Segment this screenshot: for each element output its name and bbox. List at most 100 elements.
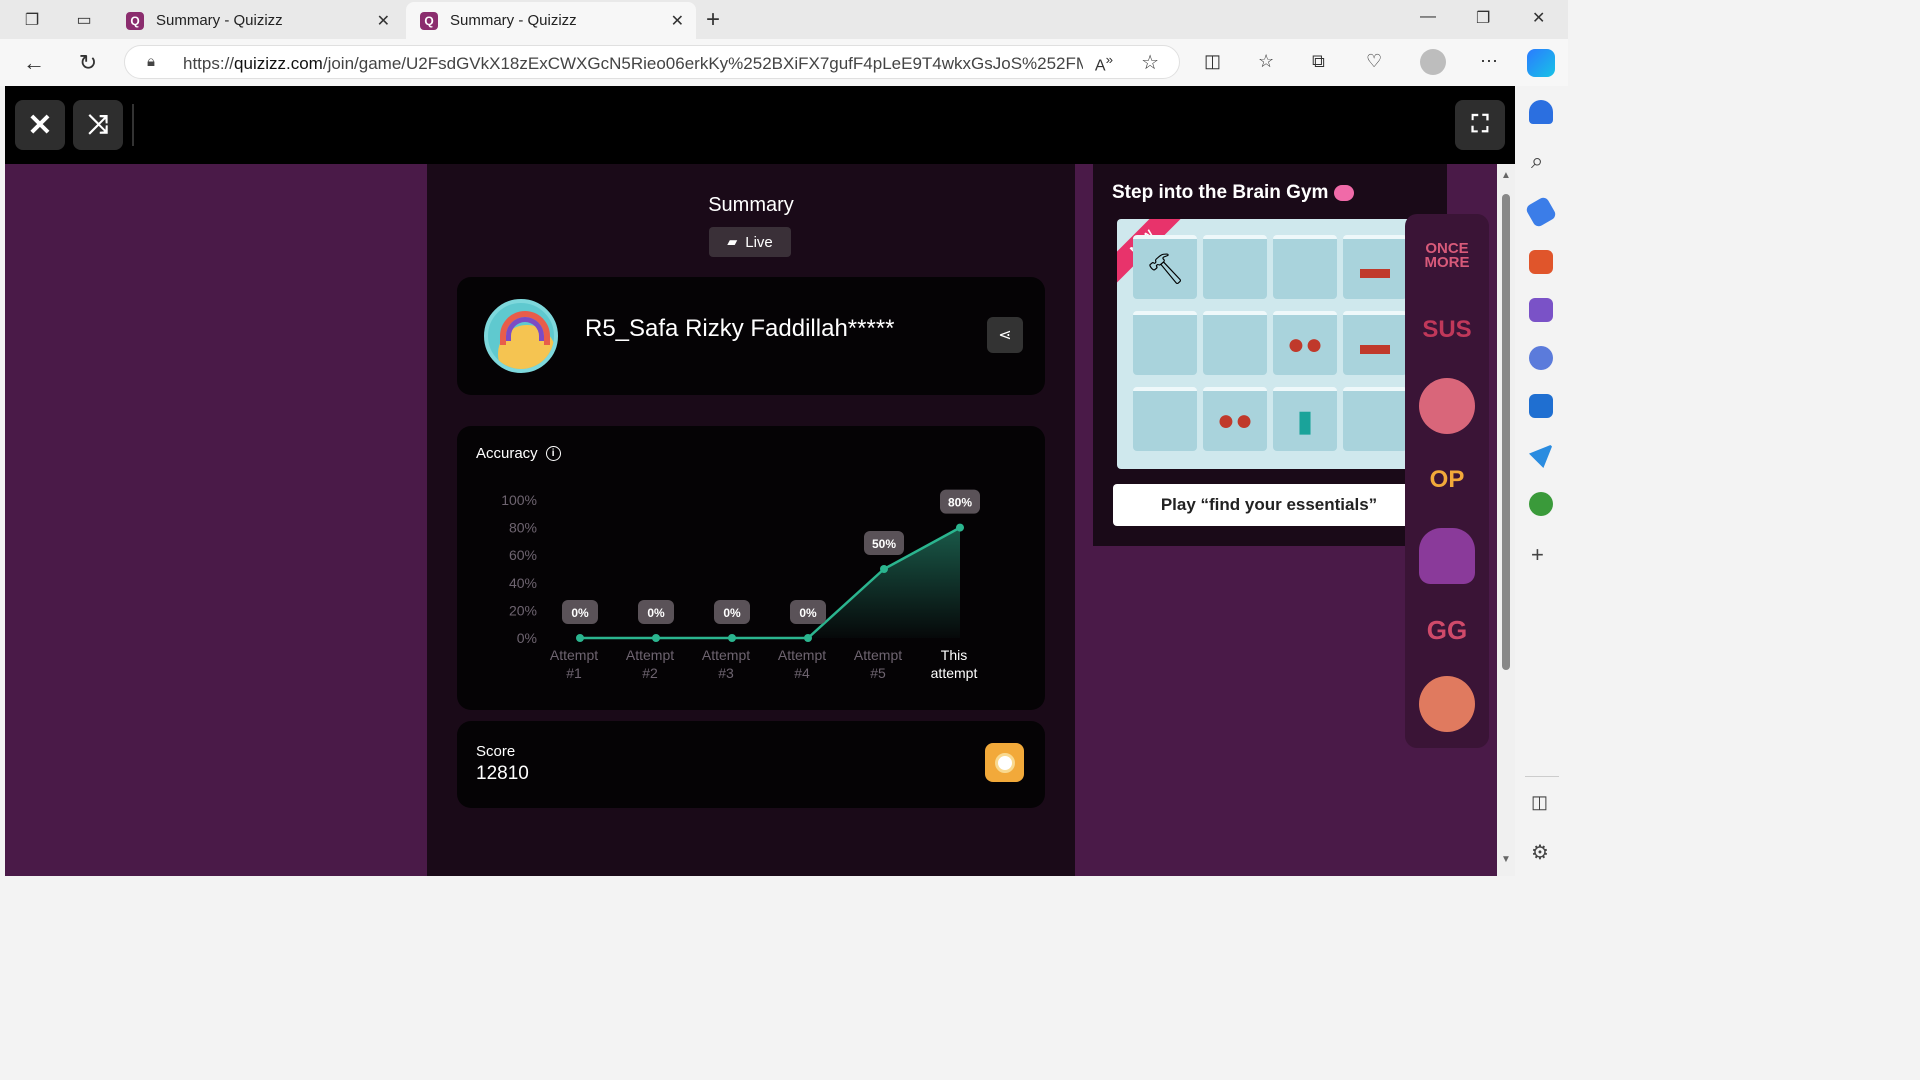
close-window-icon[interactable]: ✕ [1532,8,1545,28]
quizizz-favicon-icon: Q [126,11,144,30]
read-aloud-icon[interactable]: A» [1095,52,1113,75]
avatar [484,299,558,373]
url-text[interactable]: https://quizizz.com/join/game/U2FsdGVkX1… [183,54,1083,74]
empty-tile [1133,311,1197,375]
x-tick-label: #2 [642,665,658,681]
edge-sidebar: ⌕ + ◫ ⚙ [1515,86,1568,882]
music-off-icon[interactable]: ⤨ [73,100,123,150]
restore-icon[interactable]: ❐ [1476,8,1490,28]
sus-sticker[interactable]: SUS [1419,302,1475,358]
x-tick-label: #1 [566,665,582,681]
tab-2[interactable]: Q Summary - Quizizz ✕ [406,2,696,39]
score-label: Score [476,743,516,760]
sidebar-divider [1525,776,1559,777]
tree-icon[interactable] [1529,492,1553,516]
live-badge: ▰ Live [709,227,791,257]
y-tick-label: 80% [509,520,537,536]
scroll-up-icon[interactable]: ▲ [1501,170,1511,181]
x-tick-label: Attempt [626,647,674,663]
settings-gear-icon[interactable]: ⚙ [1531,840,1549,865]
close-game-button[interactable]: ✕ [15,100,65,150]
share-icon: ⋖ [998,327,1012,344]
y-tick-label: 100% [501,492,537,508]
tools-icon[interactable] [1529,250,1553,274]
y-tick-label: 40% [509,575,537,591]
empty-tile [1343,387,1407,451]
sticker-column: ONCE MORE SUS OP GG [1405,214,1489,748]
refresh-icon[interactable]: ↻ [74,49,102,77]
outlook-icon[interactable] [1529,394,1553,418]
favorite-star-icon[interactable]: ☆ [1141,50,1159,75]
player-name: R5_Safa Rizky Faddillah***** [585,315,895,342]
coins-icon[interactable] [985,743,1024,782]
tab-title: Summary - Quizizz [450,12,577,29]
flashlight-icon: ▬ [1360,252,1390,285]
live-icon: ▰ [727,234,738,249]
back-icon[interactable]: ← [20,49,48,77]
play-find-essentials-button[interactable]: Play “find your essentials” [1113,484,1425,526]
close-tab-icon[interactable]: ✕ [377,11,390,31]
collections-icon[interactable]: ⧉ [1312,51,1325,72]
scrollbar-thumb[interactable] [1502,194,1510,670]
send-icon[interactable] [1529,444,1553,468]
scroll-down-icon[interactable]: ▼ [1501,854,1511,865]
profile-avatar[interactable] [1420,49,1446,75]
game-top-bar: ✕ ⤨ ⛶ [5,86,1515,164]
player-card: R5_Safa Rizky Faddillah***** ⋖ [457,277,1045,395]
empty-tile [1273,235,1337,299]
hammer-icon: 🔨︎ [1145,252,1185,286]
x-tick-label: #4 [794,665,810,681]
x-tick-label: Attempt [854,647,902,663]
new-tab-icon[interactable]: + [706,6,720,34]
face-sticker[interactable] [1419,676,1475,732]
browser-essentials-icon[interactable]: ♡ [1366,51,1382,72]
binoculars-icon: ●● [1286,328,1324,361]
add-icon[interactable]: + [1531,542,1544,568]
data-point [728,634,736,642]
flashlight-icon: ▬ [1360,328,1390,361]
lock-icon[interactable]: 🔒︎ [147,53,155,70]
address-bar: ← ↻ 🔒︎ https://quizizz.com/join/game/U2F… [0,39,1568,86]
crewmate-sticker[interactable] [1419,528,1475,584]
phone-icon: ▮ [1296,404,1314,438]
more-options-icon[interactable]: ⋯ [1480,51,1498,72]
share-button[interactable]: ⋖ [987,317,1023,353]
tab-1[interactable]: Q Summary - Quizizz ✕ [112,2,402,39]
binoculars-tile: ●● [1273,311,1337,375]
sidebar-toggle-icon[interactable]: ◫ [1531,792,1548,813]
data-label: 0% [647,606,665,620]
copilot-icon[interactable] [1527,49,1555,77]
workspaces-icon[interactable]: ❐ [20,8,44,32]
favorites-icon[interactable]: ☆ [1258,51,1274,72]
score-value: 12810 [476,763,529,784]
search-icon[interactable]: ⌕ [1531,148,1543,174]
data-label: 0% [723,606,741,620]
flashlight-tile: ▬ [1343,235,1407,299]
url-field[interactable]: 🔒︎ https://quizizz.com/join/game/U2FsdGV… [124,45,1180,79]
accuracy-card: Accuracy i 0% 20% 40% 60% 80% 100% 0% 0% 0% 0% 50%… [457,426,1045,710]
notifications-icon[interactable] [1529,100,1553,124]
page-title: Summary [708,194,794,216]
tab-actions-icon[interactable]: ▭ [72,8,96,32]
x-tick-label: Attempt [778,647,826,663]
fullscreen-button[interactable]: ⛶ [1455,100,1505,150]
page-scrollbar[interactable]: ▲ ▼ [1497,164,1515,876]
tab-title: Summary - Quizizz [156,12,283,29]
brain-gym-title: Step into the Brain Gym [1112,182,1355,204]
shopping-tag-icon[interactable] [1524,195,1558,229]
game-preview[interactable]: NEW 🔨︎ ▬ ●● ▬ ●● ▮ [1117,219,1425,469]
x-tick-label: #3 [718,665,734,681]
mind-blown-sticker[interactable] [1419,378,1475,434]
data-point [880,565,888,573]
quizizz-favicon-icon: Q [420,11,438,30]
gg-sticker[interactable]: GG [1419,602,1475,658]
op-sticker[interactable]: OP [1419,452,1475,508]
close-tab-icon[interactable]: ✕ [671,11,684,31]
split-screen-icon[interactable]: ◫ [1204,51,1221,72]
games-icon[interactable] [1529,298,1553,322]
microsoft-365-icon[interactable] [1529,346,1553,370]
hammer-tile: 🔨︎ [1133,235,1197,299]
once-more-sticker[interactable]: ONCE MORE [1419,228,1475,284]
brain-icon [1334,184,1355,201]
minimize-icon[interactable]: — [1420,8,1436,26]
